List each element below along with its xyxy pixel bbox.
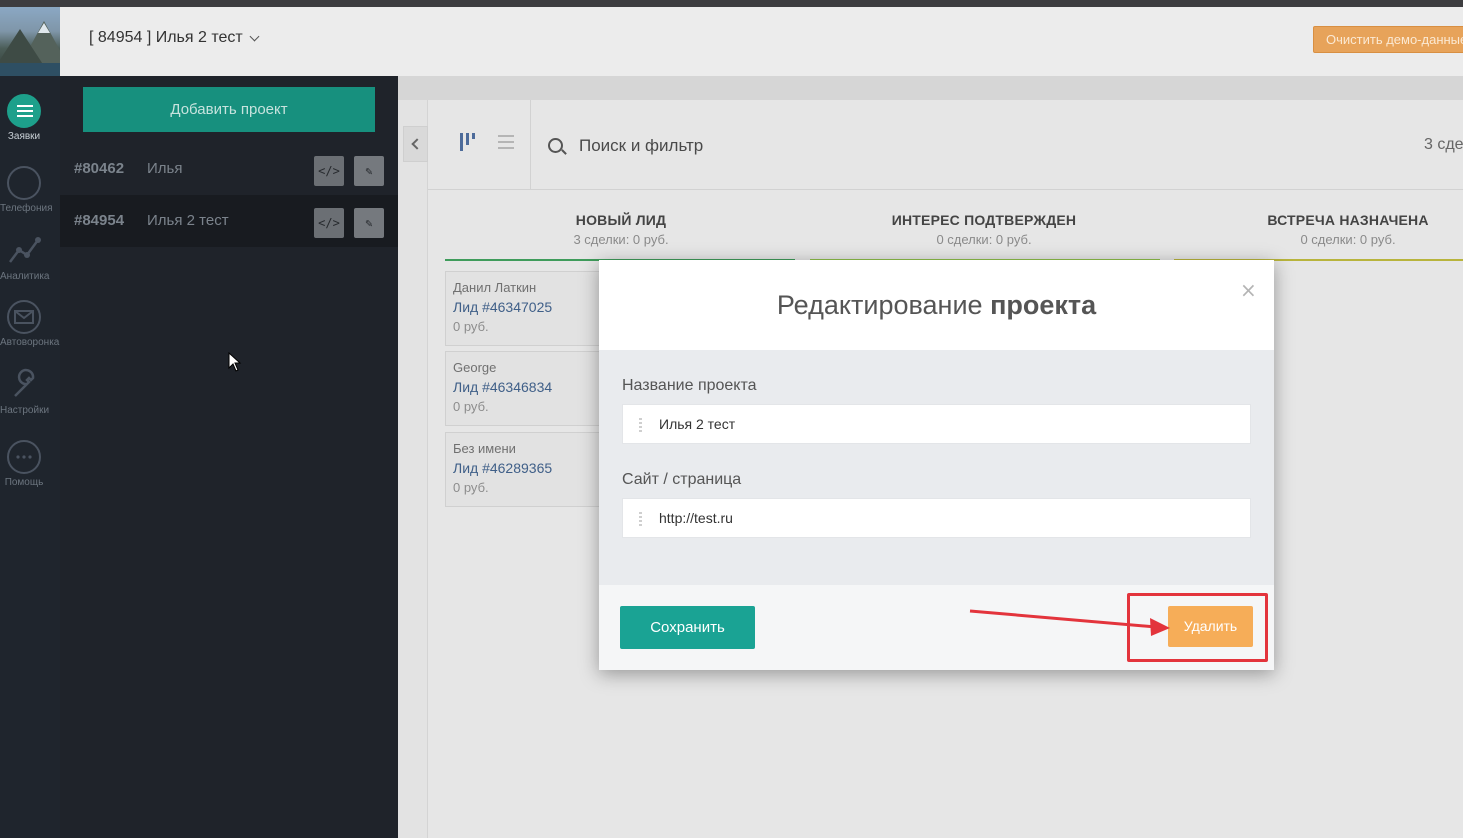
modal-body: Название проекта Илья 2 тест Сайт / стра… (599, 350, 1274, 585)
column-title: НОВЫЙ ЛИД (575, 212, 667, 228)
logo-lake (0, 63, 60, 76)
projects-panel: Добавить проект #80462 Илья </> ✎ #84954… (60, 76, 398, 838)
mail-icon (7, 300, 41, 334)
column-summary: 0 сделки: 0 руб. (1300, 232, 1396, 247)
annotation-arrow (969, 609, 1170, 636)
code-icon[interactable]: </> (314, 156, 344, 186)
nav-item-label: Заявки (7, 131, 41, 142)
deal-card[interactable]: Без имени Лид #46289365 0 руб. (445, 432, 605, 507)
column-header-meeting-scheduled: ВСТРЕЧА НАЗНАЧЕНА 0 сделки: 0 руб. (1183, 212, 1463, 247)
modal-title-bold: проекта (990, 290, 1097, 320)
toolbar-divider (530, 100, 531, 190)
phone-icon (7, 166, 41, 200)
modal-title: Редактирование проекта (599, 290, 1274, 321)
nav-item-label: Телефония (0, 203, 53, 214)
wrench-icon (7, 368, 41, 402)
kanban-view-icon[interactable] (460, 133, 478, 151)
project-row[interactable]: #80462 Илья </> ✎ (60, 143, 398, 195)
deal-contact-name: Без имени (453, 441, 516, 456)
deal-price: 0 руб. (453, 319, 489, 334)
deal-price: 0 руб. (453, 399, 489, 414)
deal-price: 0 руб. (453, 480, 489, 495)
nav-item-autofunnel[interactable]: Автоворонка (0, 300, 60, 348)
column-title: ВСТРЕЧА НАЗНАЧЕНА (1267, 212, 1429, 228)
search-filter-input[interactable]: Поиск и фильтр (579, 136, 703, 156)
analytics-icon (7, 234, 41, 268)
project-name: Илья (147, 160, 183, 177)
chat-icon (7, 440, 41, 474)
nav-item-settings[interactable]: Настройки (0, 368, 50, 416)
close-icon[interactable]: × (1240, 278, 1257, 302)
list-view-icon[interactable] (498, 134, 514, 150)
company-logo[interactable] (0, 7, 60, 76)
collapse-panel-button[interactable] (403, 126, 428, 162)
chevron-left-icon (411, 138, 423, 150)
list-icon (7, 94, 41, 128)
board-toolbar: Поиск и фильтр 3 сде (428, 100, 1463, 190)
deal-card[interactable]: George Лид #46346834 0 руб. (445, 351, 605, 426)
project-name: Илья 2 тест (147, 212, 229, 229)
nav-item-label: Аналитика (0, 271, 50, 282)
drag-handle-icon (639, 512, 642, 526)
project-name-field[interactable]: Илья 2 тест (622, 404, 1251, 444)
project-row[interactable]: #84954 Илья 2 тест </> ✎ (60, 195, 398, 247)
nav-item-label: Настройки (0, 405, 50, 416)
deal-lead-link[interactable]: Лид #46289365 (453, 460, 597, 476)
column-header-new-lead: НОВЫЙ ЛИД 3 сделки: 0 руб. (456, 212, 786, 247)
pencil-icon[interactable]: ✎ (354, 208, 384, 238)
site-label: Сайт / страница (622, 471, 742, 488)
project-id: #80462 (74, 160, 125, 177)
column-header-interest-confirmed: ИНТЕРЕС ПОДТВЕРЖДЕН 0 сделки: 0 руб. (819, 212, 1149, 247)
nav-item-analytics[interactable]: Аналитика (0, 234, 50, 282)
window-top-strip (0, 0, 1463, 7)
nav-item-label: Помощь (4, 477, 44, 488)
project-id: #84954 (74, 212, 125, 229)
code-icon[interactable]: </> (314, 208, 344, 238)
nav-item-telephony[interactable]: Телефония (0, 166, 53, 214)
search-icon[interactable] (548, 138, 563, 153)
top-header: [ 84954 ] Илья 2 тест Очистить демо-данн… (60, 7, 1463, 76)
modal-title-light: Редактирование (776, 290, 983, 320)
column-title: ИНТЕРЕС ПОДТВЕРЖДЕН (891, 212, 1077, 228)
deal-contact-name: Данил Латкин (453, 280, 537, 295)
chevron-down-icon (249, 31, 260, 41)
nav-item-help[interactable]: Помощь (0, 440, 48, 488)
nav-item-requests[interactable]: Заявки (0, 94, 48, 142)
project-name-label: Название проекта (622, 377, 757, 394)
board-side-strip (398, 100, 428, 838)
clear-demo-data-button[interactable]: Очистить демо-данные (1313, 26, 1463, 53)
save-button[interactable]: Сохранить (620, 606, 755, 649)
modal-header: Редактирование проекта × (599, 260, 1274, 350)
drag-handle-icon (639, 418, 642, 432)
project-selector[interactable]: [ 84954 ] Илья 2 тест (89, 29, 260, 47)
deal-contact-name: George (453, 360, 497, 375)
deals-count: 3 сде (1424, 136, 1463, 153)
board-top-bar (398, 76, 1463, 100)
add-project-button[interactable]: Добавить проект (83, 87, 375, 132)
deal-lead-link[interactable]: Лид #46347025 (453, 299, 597, 315)
mouse-cursor-icon (228, 352, 242, 372)
main-nav-rail: Заявки Телефония Аналитика Автоворонка Н… (0, 76, 60, 838)
column-summary: 0 сделки: 0 руб. (936, 232, 1032, 247)
nav-item-label: Автоворонка (0, 337, 60, 348)
deal-lead-link[interactable]: Лид #46346834 (453, 379, 597, 395)
project-selector-label: [ 84954 ] Илья 2 тест (89, 29, 243, 46)
site-value: http://test.ru (659, 510, 733, 526)
pencil-icon[interactable]: ✎ (354, 156, 384, 186)
deal-card[interactable]: Данил Латкин Лид #46347025 0 руб. (445, 271, 605, 346)
project-name-value: Илья 2 тест (659, 416, 736, 432)
column-summary: 3 сделки: 0 руб. (573, 232, 669, 247)
site-field[interactable]: http://test.ru (622, 498, 1251, 538)
